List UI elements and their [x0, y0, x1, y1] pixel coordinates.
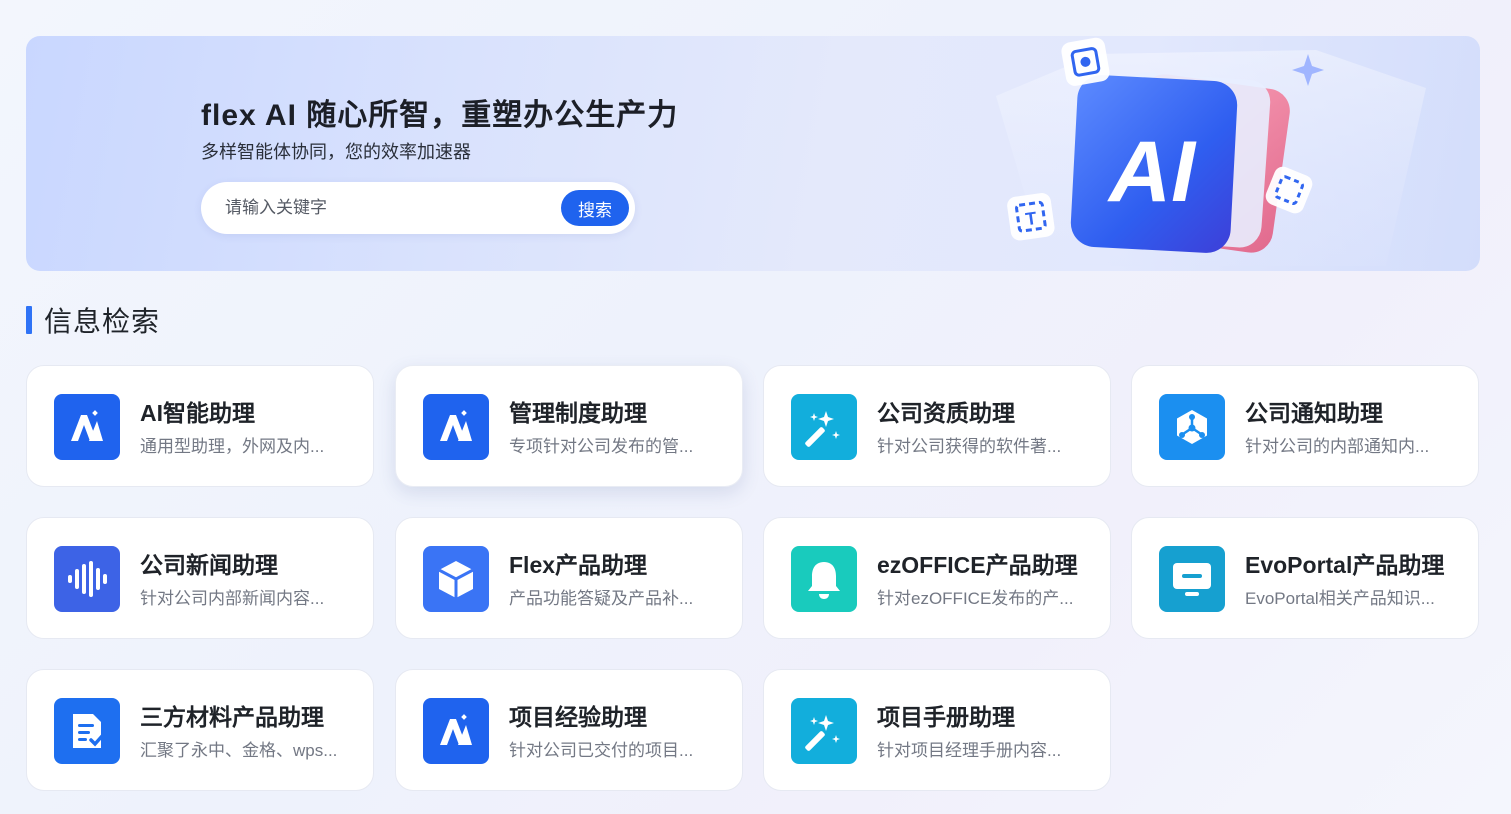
assistant-card-description: 通用型助理，外网及内...	[140, 437, 325, 456]
soundwave-icon	[54, 546, 120, 612]
assistant-card-title: 公司资质助理	[877, 400, 1015, 426]
assistant-card-description: 针对项目经理手册内容...	[877, 741, 1062, 760]
assistant-card-description: 针对公司获得的软件著...	[877, 437, 1062, 456]
assistant-card-description: 针对公司已交付的项目...	[509, 741, 694, 760]
assistant-card-title: 项目手册助理	[877, 704, 1015, 730]
assistant-card-title: Flex产品助理	[509, 552, 648, 578]
assistant-card[interactable]: 项目手册助理针对项目经理手册内容...	[763, 669, 1111, 791]
assistant-card-title: 公司通知助理	[1245, 400, 1383, 426]
ai-logo-icon	[423, 698, 489, 764]
assistant-card[interactable]: 公司新闻助理针对公司内部新闻内容...	[26, 517, 374, 639]
ai-logo-icon	[423, 394, 489, 460]
assistant-card[interactable]: 三方材料产品助理汇聚了永中、金格、wps...	[26, 669, 374, 791]
monitor-icon	[1159, 546, 1225, 612]
section-title: 信息检索	[44, 306, 161, 337]
magic-wand-icon	[791, 394, 857, 460]
search-bar: 搜索	[201, 182, 635, 234]
assistant-card[interactable]: 公司通知助理针对公司的内部通知内...	[1131, 365, 1479, 487]
assistant-card[interactable]: Flex产品助理产品功能答疑及产品补...	[395, 517, 743, 639]
ai-logo-icon	[54, 394, 120, 460]
hero-illustration: AI T	[996, 37, 1426, 266]
assistant-card-description: EvoPortal相关产品知识...	[1245, 589, 1435, 608]
assistant-card-description: 汇聚了永中、金格、wps...	[140, 741, 338, 760]
assistant-card-title: AI智能助理	[140, 400, 255, 426]
assistant-card-title: ezOFFICE产品助理	[877, 552, 1078, 578]
search-button[interactable]: 搜索	[561, 190, 629, 226]
assistant-card[interactable]: 管理制度助理专项针对公司发布的管...	[395, 365, 743, 487]
assistant-card-description: 产品功能答疑及产品补...	[509, 589, 694, 608]
assistant-card[interactable]: AI智能助理通用型助理，外网及内...	[26, 365, 374, 487]
section-accent-bar	[26, 306, 32, 334]
assistant-card-description: 针对公司内部新闻内容...	[140, 589, 325, 608]
assistant-card[interactable]: ezOFFICE产品助理针对ezOFFICE发布的产...	[763, 517, 1111, 639]
assistant-card-description: 专项针对公司发布的管...	[509, 437, 694, 456]
assistant-card-title: 三方材料产品助理	[140, 704, 324, 730]
assistant-card-title: EvoPortal产品助理	[1245, 552, 1445, 578]
assistant-card[interactable]: EvoPortal产品助理 EvoPortal相关产品知识...	[1131, 517, 1479, 639]
assistant-card-title: 管理制度助理	[509, 400, 647, 426]
assistant-card[interactable]: 公司资质助理针对公司获得的软件著...	[763, 365, 1111, 487]
assistant-card-description: 针对ezOFFICE发布的产...	[877, 589, 1074, 608]
banner-title: flex AI 随心所智，重塑办公生产力	[201, 99, 679, 132]
hexagon-network-icon	[1159, 394, 1225, 460]
assistant-card-description: 针对公司的内部通知内...	[1245, 437, 1430, 456]
assistant-card-title: 项目经验助理	[509, 704, 647, 730]
hero-logo-text: AI	[1107, 124, 1197, 220]
magic-wand-icon	[791, 698, 857, 764]
cube-icon	[423, 546, 489, 612]
section-header: 信息检索	[26, 303, 160, 337]
assistant-card[interactable]: 项目经验助理针对公司已交付的项目...	[395, 669, 743, 791]
banner-subtitle: 多样智能体协同，您的效率加速器	[201, 142, 471, 162]
assistant-card-title: 公司新闻助理	[140, 552, 278, 578]
hero-banner: flex AI 随心所智，重塑办公生产力 多样智能体协同，您的效率加速器 搜索	[26, 36, 1480, 271]
bell-icon	[791, 546, 857, 612]
search-input[interactable]	[225, 182, 545, 234]
document-check-icon	[54, 698, 120, 764]
